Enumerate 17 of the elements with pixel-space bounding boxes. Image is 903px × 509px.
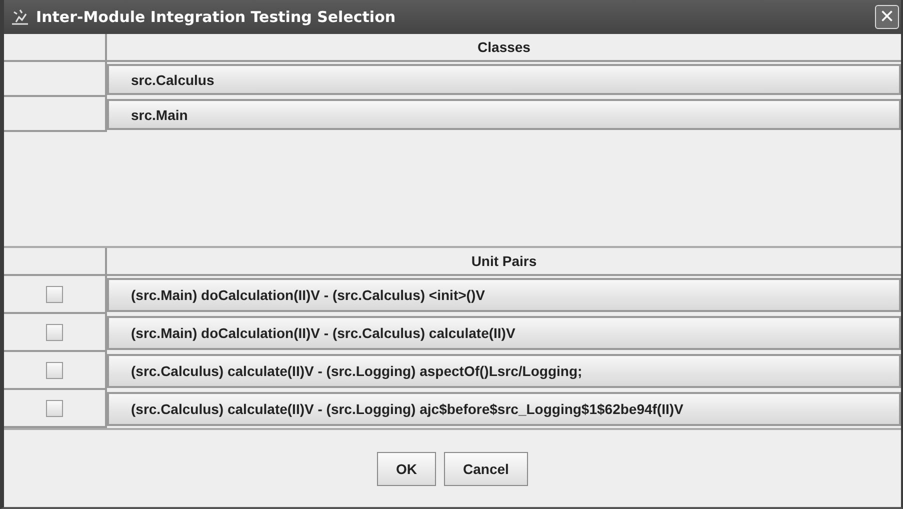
table-cell[interactable]: (src.Calculus) calculate(II)V - (src.Logging) ajc$before$src_Logging$1$62be94f(II)V bbox=[107, 392, 901, 426]
checkbox[interactable] bbox=[46, 324, 63, 340]
cancel-button[interactable]: Cancel bbox=[444, 452, 528, 486]
close-button[interactable]: × bbox=[875, 5, 899, 29]
ok-button[interactable]: OK bbox=[377, 452, 436, 486]
checkbox[interactable] bbox=[46, 400, 63, 416]
app-icon bbox=[10, 8, 30, 26]
table-cell[interactable]: (src.Calculus) calculate(II)V - (src.Logging) aspectOf()Lsrc/Logging; bbox=[107, 354, 901, 388]
checkbox[interactable] bbox=[46, 286, 63, 302]
column-header: Classes bbox=[478, 39, 530, 55]
table-cell[interactable]: (src.Main) doCalculation(II)V - (src.Calculus) calculate(II)V bbox=[107, 316, 901, 350]
checkbox[interactable] bbox=[46, 362, 63, 378]
window-title: Inter-Module Integration Testing Selection bbox=[36, 8, 397, 26]
column-header: Unit Pairs bbox=[471, 253, 537, 269]
table-cell[interactable]: src.Main bbox=[107, 99, 901, 130]
table-cell[interactable]: (src.Main) doCalculation(II)V - (src.Calculus) <init>()V bbox=[107, 278, 901, 312]
table-cell[interactable]: src.Calculus bbox=[107, 64, 901, 95]
